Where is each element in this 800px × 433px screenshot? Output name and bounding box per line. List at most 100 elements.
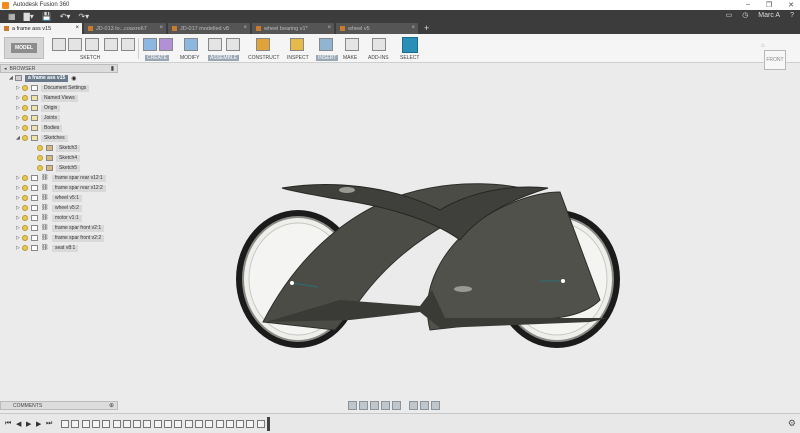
tab-wheel-bearing[interactable]: wheel bearing v1* ×	[252, 23, 334, 34]
timeline-feature-icon[interactable]	[91, 420, 100, 428]
browser-item-motor-v1-1[interactable]: ▷ ⛓ motor v1:1	[16, 214, 82, 222]
timeline-feature-icon[interactable]	[102, 420, 111, 428]
close-tab-icon[interactable]: ×	[327, 25, 331, 31]
timeline-feature-icon[interactable]	[143, 420, 152, 428]
insert-menu[interactable]: INSERT	[316, 55, 339, 61]
visibility-bulb-icon[interactable]	[22, 135, 28, 141]
timeline-feature-icon[interactable]	[215, 420, 224, 428]
pin-icon[interactable]: ▮	[111, 65, 114, 72]
notifications-icon[interactable]: ▭	[726, 11, 733, 19]
tab-jd-017[interactable]: JD-017 modelled v8 ×	[168, 23, 250, 34]
3d-print-icon[interactable]	[345, 38, 359, 51]
body-panel-lower[interactable]	[266, 290, 608, 328]
insert-image-icon[interactable]	[319, 38, 333, 51]
fit-icon[interactable]	[392, 401, 401, 410]
browser-item-joints[interactable]: ▷ Joints	[16, 114, 61, 122]
close-tab-icon[interactable]: ×	[243, 25, 247, 31]
circle-icon[interactable]	[104, 38, 118, 51]
grid-settings-icon[interactable]	[420, 401, 429, 410]
timeline-feature-icon[interactable]	[236, 420, 245, 428]
offset-plane-icon[interactable]	[256, 38, 270, 51]
tab-a-frame-ass[interactable]: a frame ass v15 ×	[0, 23, 82, 34]
timeline-feature-icon[interactable]	[71, 420, 80, 428]
frame-spar-front[interactable]	[426, 191, 601, 331]
browser-item-origin[interactable]: ▷ Origin	[16, 104, 61, 112]
go-to-end-icon[interactable]: ⏭	[46, 420, 52, 428]
workspace-switcher[interactable]: MODEL	[4, 37, 44, 59]
step-forward-icon[interactable]: ▶	[36, 420, 41, 428]
timeline-feature-icon[interactable]	[184, 420, 193, 428]
timeline-feature-icon[interactable]	[194, 420, 203, 428]
visibility-bulb-icon[interactable]	[22, 195, 28, 201]
visibility-bulb-icon[interactable]	[22, 235, 28, 241]
pan-icon[interactable]	[370, 401, 379, 410]
create-menu[interactable]: CREATE	[145, 55, 169, 61]
visibility-bulb-icon[interactable]	[22, 115, 28, 121]
browser-item-sketch3[interactable]: Sketch3	[31, 144, 81, 152]
timeline-feature-icon[interactable]	[164, 420, 172, 428]
browser-item-wheel-v5-2[interactable]: ▷ ⛓ wheel v5:2	[16, 204, 82, 212]
orbit-icon[interactable]	[348, 401, 357, 410]
select-menu[interactable]: SELECT	[400, 55, 419, 61]
visibility-bulb-icon[interactable]	[22, 95, 28, 101]
extrude-icon[interactable]	[143, 38, 157, 51]
browser-item-frame-spar-front-v2-1[interactable]: ▷ ⛓ frame spar front v2:1	[16, 224, 105, 232]
timeline-feature-icon[interactable]	[61, 420, 69, 428]
stop-sketch-icon[interactable]	[121, 38, 135, 51]
browser-item-named-views[interactable]: ▷ Named Views	[16, 94, 78, 102]
timeline-feature-icon[interactable]	[122, 420, 131, 428]
sketch-menu[interactable]: SKETCH	[80, 55, 100, 61]
collapse-icon[interactable]: ◂	[4, 66, 7, 72]
visibility-bulb-icon[interactable]	[22, 85, 28, 91]
data-panel-grid-icon[interactable]: ▦	[8, 12, 16, 21]
tab-wheel[interactable]: wheel v5 ×	[336, 23, 418, 34]
browser-item-document-settings[interactable]: ▷ Document Settings	[16, 84, 90, 92]
visibility-bulb-icon[interactable]	[22, 205, 28, 211]
add-ins-menu[interactable]: ADD-INS	[368, 55, 389, 61]
restore-icon[interactable]: ❐	[766, 1, 772, 9]
close-tab-icon[interactable]: ×	[411, 25, 415, 31]
display-settings-icon[interactable]	[409, 401, 418, 410]
timeline-feature-icon[interactable]	[112, 420, 121, 428]
visibility-bulb-icon[interactable]	[22, 185, 28, 191]
visibility-bulb-icon[interactable]	[22, 125, 28, 131]
minimize-icon[interactable]: –	[746, 1, 750, 9]
timeline-feature-icon[interactable]	[246, 420, 255, 428]
user-name[interactable]: Marc A	[758, 12, 780, 19]
rear-wheel[interactable]	[236, 210, 360, 348]
make-menu[interactable]: MAKE	[343, 55, 357, 61]
home-view-icon[interactable]: ⌂	[761, 43, 765, 49]
rectangle-icon[interactable]	[85, 38, 99, 51]
timeline-feature-icon[interactable]	[174, 420, 183, 428]
file-menu-icon[interactable]: ▇▾	[24, 12, 34, 21]
tab-jd-013[interactable]: JD-013 lo...coaxre67 ×	[84, 23, 166, 34]
timeline-marker[interactable]	[267, 417, 270, 431]
close-tab-icon[interactable]: ×	[75, 25, 79, 31]
browser-item-sketch5[interactable]: Sketch5	[31, 164, 81, 172]
step-back-icon[interactable]: ◀	[16, 420, 21, 428]
browser-item-frame-spar-rear-v12-1[interactable]: ▷ ⛓ frame spar rear v12:1	[16, 174, 106, 182]
press-pull-icon[interactable]	[184, 38, 198, 51]
timeline-feature-icon[interactable]	[225, 420, 234, 428]
visibility-bulb-icon[interactable]	[22, 105, 28, 111]
viewcube-front-face[interactable]: FRONT	[764, 50, 786, 70]
look-at-icon[interactable]	[359, 401, 368, 410]
frame-spar-rear[interactable]	[262, 183, 532, 331]
line-icon[interactable]	[68, 38, 82, 51]
construct-menu[interactable]: CONSTRUCT	[248, 55, 279, 61]
motor-housing[interactable]	[454, 286, 472, 292]
play-icon[interactable]: ▶	[26, 420, 31, 428]
browser-item-wheel-v5-1[interactable]: ▷ ⛓ wheel v5:1	[16, 194, 82, 202]
redo-icon[interactable]: ↷▾	[78, 12, 89, 21]
undo-icon[interactable]: ↶▾	[60, 12, 71, 21]
inspect-menu[interactable]: INSPECT	[287, 55, 309, 61]
browser-item-frame-spar-rear-v12-2[interactable]: ▷ ⛓ frame spar rear v12:2	[16, 184, 106, 192]
assemble-menu[interactable]: ASSEMBLE	[208, 55, 239, 61]
browser-item-sketches[interactable]: ◢ Sketches	[16, 134, 68, 142]
new-tab-icon[interactable]: +	[424, 23, 429, 34]
timeline-feature-icon[interactable]	[153, 420, 162, 428]
visibility-bulb-icon[interactable]	[22, 175, 28, 181]
viewports-icon[interactable]	[431, 401, 440, 410]
visibility-bulb-icon[interactable]	[22, 225, 28, 231]
add-comment-icon[interactable]: ⊕	[109, 402, 114, 410]
